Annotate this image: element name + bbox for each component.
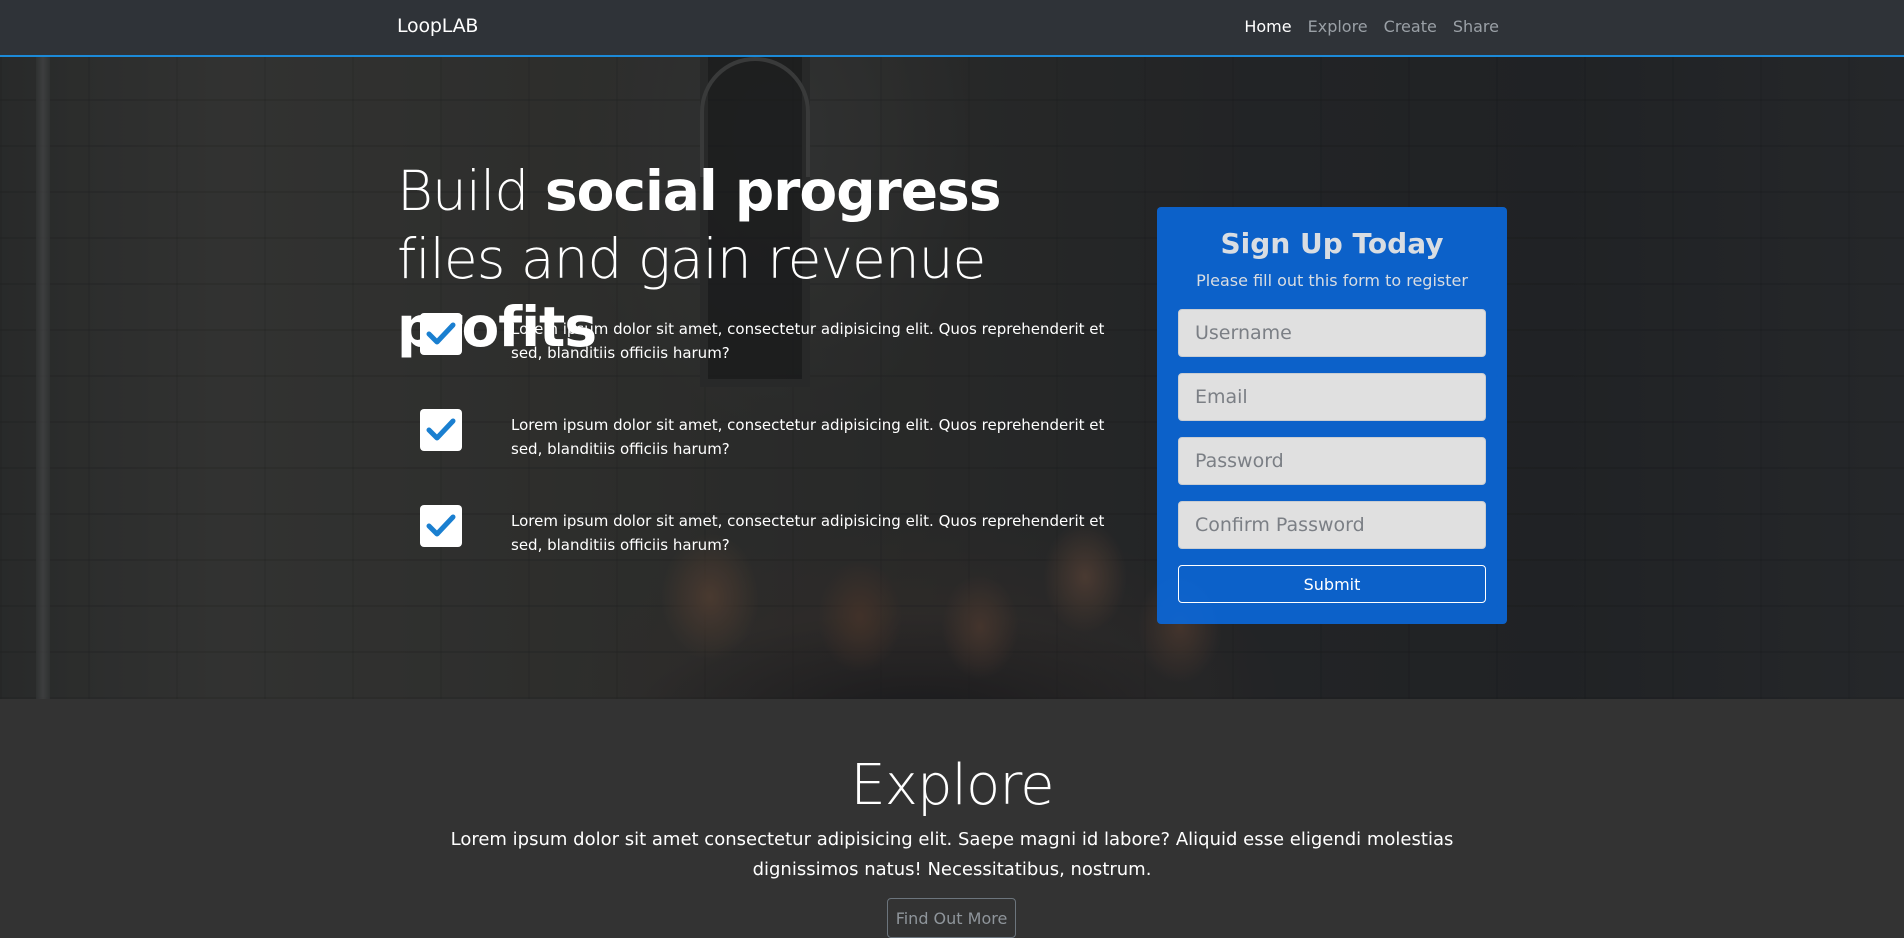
navbar: LoopLAB Home Explore Create Share [0, 0, 1904, 57]
feature-text: Lorem ipsum dolor sit amet, consectetur … [511, 416, 1105, 458]
hero-section: Build social progress files and gain rev… [0, 57, 1904, 699]
headline-text-1: Build [397, 159, 545, 223]
hero-overlay [0, 57, 1904, 699]
nav-links: Home Explore Create Share [1244, 17, 1499, 36]
headline-bold-1: social progress [544, 159, 1002, 223]
explore-text: Lorem ipsum dolor sit amet consectetur a… [450, 829, 1454, 880]
feature-item: Lorem ipsum dolor sit amet, consectetur … [420, 409, 1140, 469]
nav-link-home[interactable]: Home [1244, 17, 1291, 36]
feature-text: Lorem ipsum dolor sit amet, consectetur … [511, 512, 1105, 554]
nav-link-share[interactable]: Share [1453, 17, 1499, 36]
check-icon [420, 409, 462, 451]
confirm-password-field[interactable] [1178, 501, 1486, 549]
signup-title: Sign Up Today [1220, 227, 1444, 260]
explore-section: Explore Lorem ipsum dolor sit amet conse… [0, 699, 1904, 938]
explore-title: Explore [850, 753, 1054, 818]
find-out-more-button[interactable]: Find Out More [887, 898, 1016, 938]
password-field[interactable] [1178, 437, 1486, 485]
email-field[interactable] [1178, 373, 1486, 421]
feature-item: Lorem ipsum dolor sit amet, consectetur … [420, 313, 1140, 373]
signup-card: Sign Up Today Please fill out this form … [1157, 207, 1507, 624]
submit-button[interactable]: Submit [1178, 565, 1486, 603]
headline-text-2: files and gain revenue [397, 227, 986, 291]
nav-link-create[interactable]: Create [1384, 17, 1437, 36]
check-icon [420, 505, 462, 547]
check-icon [420, 313, 462, 355]
feature-text: Lorem ipsum dolor sit amet, consectetur … [511, 320, 1105, 362]
nav-link-explore[interactable]: Explore [1308, 17, 1368, 36]
brand-logo[interactable]: LoopLAB [397, 15, 478, 37]
signup-subtitle: Please fill out this form to register [1196, 271, 1468, 290]
feature-item: Lorem ipsum dolor sit amet, consectetur … [420, 505, 1140, 565]
username-field[interactable] [1178, 309, 1486, 357]
